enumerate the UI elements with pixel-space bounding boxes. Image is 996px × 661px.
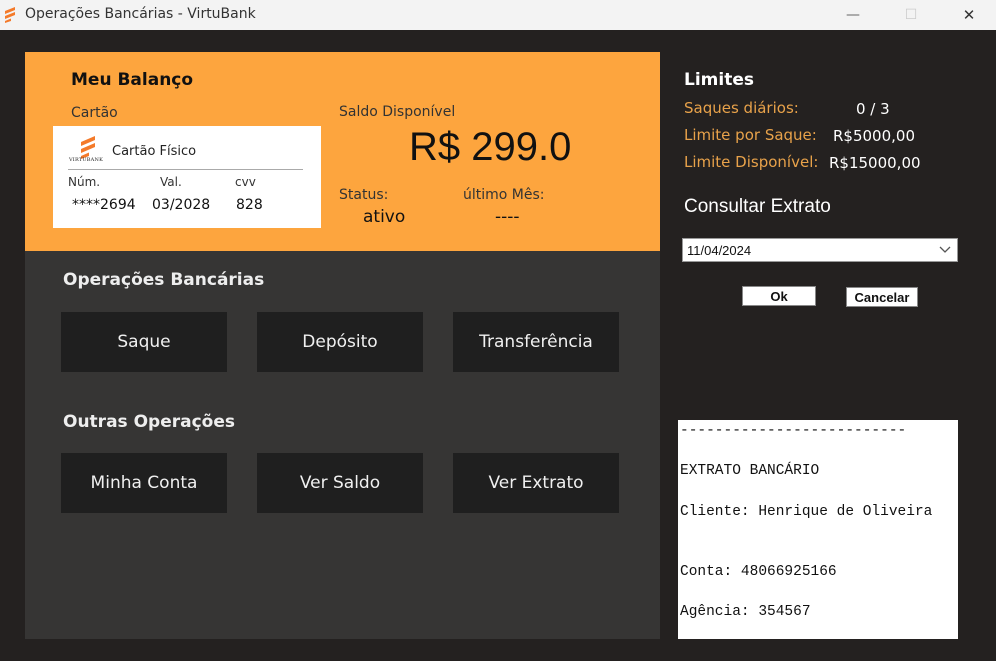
minimize-icon: — xyxy=(846,7,860,23)
operations-panel: Operações Bancárias Saque Depósito Trans… xyxy=(25,251,660,639)
other-operations-title: Outras Operações xyxy=(63,412,235,432)
date-select[interactable]: 11/04/2024 xyxy=(682,238,958,262)
balance-title: Meu Balanço xyxy=(71,70,194,90)
title-bar: Operações Bancárias - VirtuBank — ☐ ✕ xyxy=(0,0,996,30)
card-type: Cartão Físico xyxy=(112,144,197,159)
card-cvv-header: cvv xyxy=(235,175,256,189)
card-validity-header: Val. xyxy=(160,175,182,189)
card-number: ****2694 xyxy=(72,197,136,213)
deposito-button[interactable]: Depósito xyxy=(257,312,423,372)
statement-box[interactable]: -------------------------- EXTRATO BANCÁ… xyxy=(678,420,958,639)
maximize-icon: ☐ xyxy=(904,7,918,23)
saldo-value: R$ 299.0 xyxy=(409,125,572,169)
limit-per-withdrawal-value: R$5000,00 xyxy=(833,127,915,145)
ok-button[interactable]: Ok xyxy=(742,286,816,306)
balance-panel: Meu Balanço Cartão VIRTUBANK Cartão Físi… xyxy=(25,52,660,251)
statement-agency: Agência: 354567 xyxy=(680,604,811,620)
card-brand-text: VIRTUBANK xyxy=(69,157,104,163)
close-icon: ✕ xyxy=(962,6,976,24)
last-month-value: ---- xyxy=(495,207,520,227)
card-validity: 03/2028 xyxy=(152,197,211,213)
card-label: Cartão xyxy=(71,105,118,121)
cancel-button[interactable]: Cancelar xyxy=(846,287,918,307)
statement-separator: -------------------------- xyxy=(680,423,907,439)
limits-title: Limites xyxy=(684,70,754,90)
close-button[interactable]: ✕ xyxy=(946,0,992,30)
minimize-button[interactable]: — xyxy=(830,0,876,30)
extrato-title: Consultar Extrato xyxy=(684,196,831,217)
saldo-label: Saldo Disponível xyxy=(339,104,456,120)
available-limit-label: Limite Disponível: xyxy=(684,153,819,171)
available-limit-value: R$15000,00 xyxy=(829,154,921,172)
virtubank-logo-icon xyxy=(5,7,15,23)
ver-saldo-button[interactable]: Ver Saldo xyxy=(257,453,423,513)
limit-per-withdrawal-label: Limite por Saque: xyxy=(684,126,817,144)
saque-button[interactable]: Saque xyxy=(61,312,227,372)
daily-withdrawals-value: 0 / 3 xyxy=(856,100,890,118)
ver-extrato-button[interactable]: Ver Extrato xyxy=(453,453,619,513)
card-divider xyxy=(68,169,303,170)
operations-title: Operações Bancárias xyxy=(63,270,265,290)
statement-client: Cliente: Henrique de Oliveira xyxy=(680,504,933,520)
status-value: ativo xyxy=(363,207,406,227)
statement-heading: EXTRATO BANCÁRIO xyxy=(680,463,820,479)
chevron-down-icon xyxy=(939,246,951,253)
window-title: Operações Bancárias - VirtuBank xyxy=(25,6,256,22)
daily-withdrawals-label: Saques diários: xyxy=(684,99,799,117)
transferencia-button[interactable]: Transferência xyxy=(453,312,619,372)
card-number-header: Núm. xyxy=(68,175,101,189)
maximize-button[interactable]: ☐ xyxy=(888,0,934,30)
bank-card: VIRTUBANK Cartão Físico Núm. Val. cvv **… xyxy=(53,126,321,228)
date-select-value: 11/04/2024 xyxy=(687,243,752,258)
card-cvv: 828 xyxy=(236,197,263,213)
minha-conta-button[interactable]: Minha Conta xyxy=(61,453,227,513)
statement-account: Conta: 48066925166 xyxy=(680,564,837,580)
status-label: Status: xyxy=(339,187,389,203)
last-month-label: último Mês: xyxy=(463,187,545,203)
